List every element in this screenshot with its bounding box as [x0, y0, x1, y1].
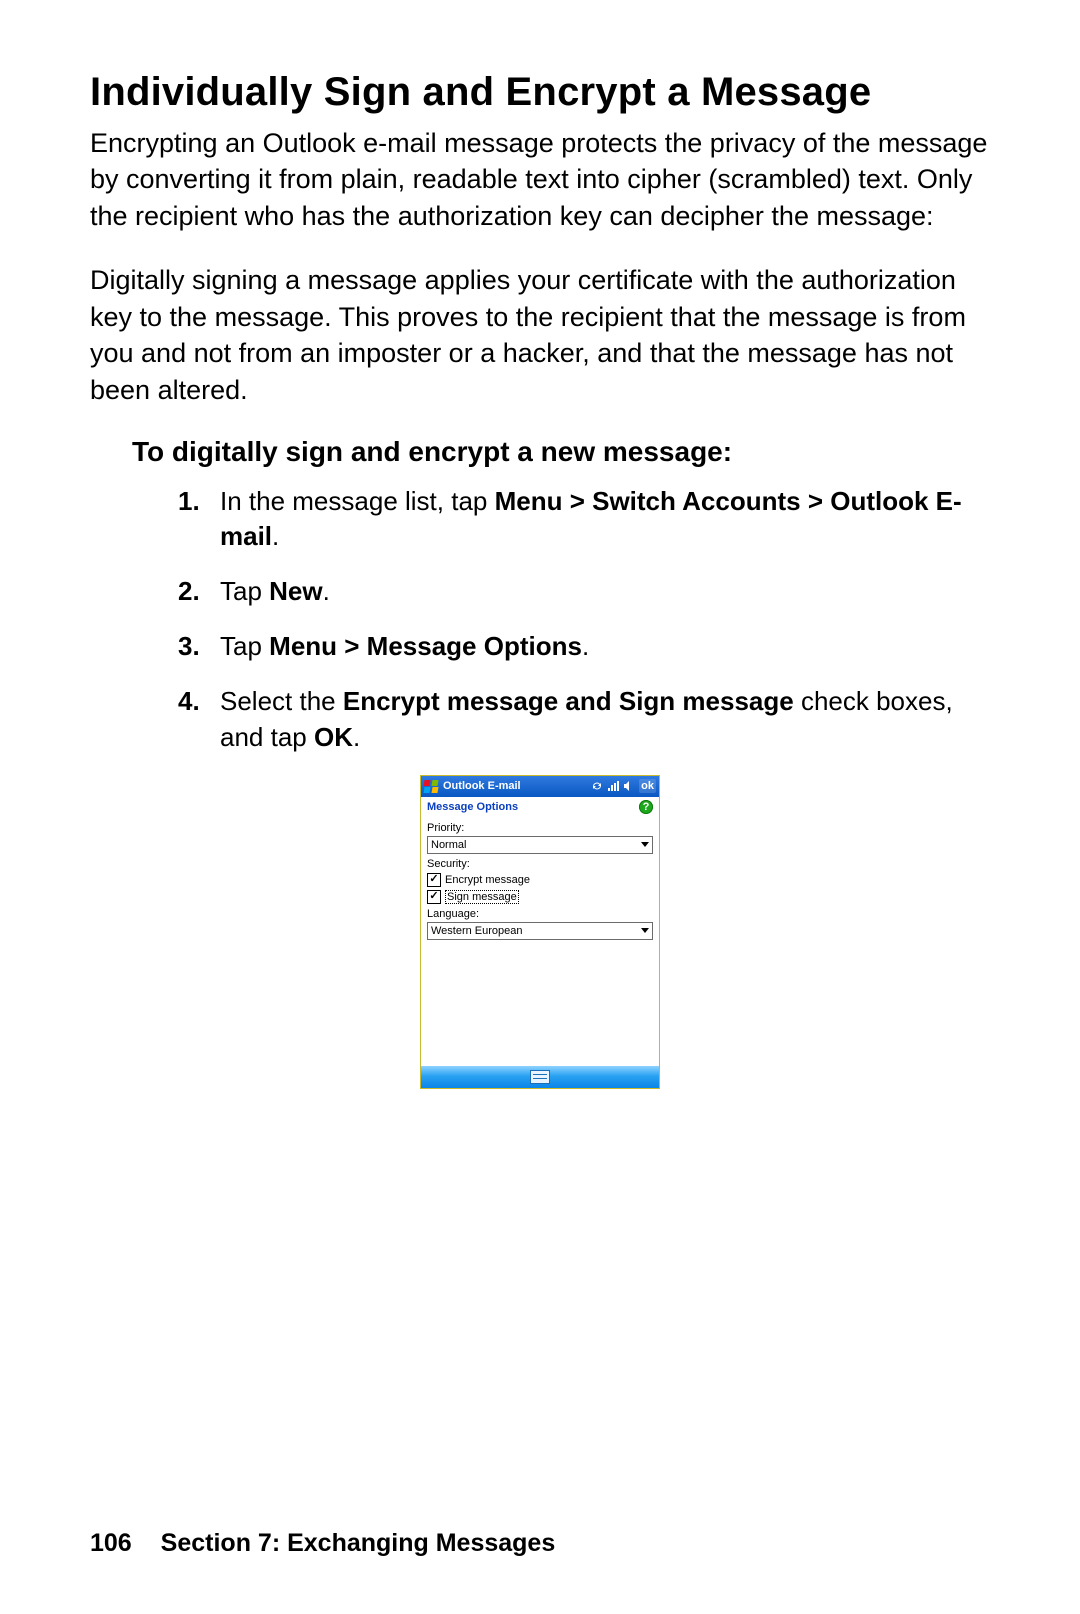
priority-label: Priority: [427, 822, 653, 834]
signal-icon [607, 780, 619, 792]
status-icons: ok [591, 779, 656, 793]
keyboard-icon[interactable] [530, 1070, 550, 1084]
sign-row[interactable]: Sign message [427, 890, 653, 904]
intro-paragraph-2: Digitally signing a message applies your… [90, 262, 990, 408]
step-2-bold: New [269, 576, 322, 606]
windows-start-icon[interactable] [424, 779, 439, 793]
chevron-down-icon [641, 842, 649, 847]
sign-checkbox[interactable] [427, 890, 441, 904]
document-page: Individually Sign and Encrypt a Message … [0, 0, 1080, 1614]
device-title: Outlook E-mail [443, 780, 587, 792]
step-3: Tap Menu > Message Options. [90, 629, 990, 664]
encrypt-row[interactable]: Encrypt message [427, 873, 653, 887]
step-1-text: In the message list, tap [220, 486, 495, 516]
device-content: Priority: Normal Security: Encrypt messa… [421, 816, 659, 1066]
sync-icon [591, 780, 603, 792]
page-footer: 106 Section 7: Exchanging Messages [90, 1529, 555, 1558]
help-icon[interactable]: ? [639, 800, 653, 814]
intro-paragraph-1: Encrypting an Outlook e-mail message pro… [90, 125, 990, 234]
device-subheader: Message Options ? [421, 797, 659, 816]
encrypt-label: Encrypt message [445, 874, 530, 886]
step-3-bold: Menu > Message Options [269, 631, 582, 661]
section-label: Section 7: Exchanging Messages [161, 1529, 556, 1557]
device-softbar [421, 1066, 659, 1088]
language-label: Language: [427, 908, 653, 920]
step-4-bold-b: OK [314, 722, 353, 752]
language-select[interactable]: Western European [427, 922, 653, 940]
speaker-icon [623, 780, 635, 792]
page-number: 106 [90, 1529, 132, 1557]
chevron-down-icon [641, 928, 649, 933]
step-4-text-a: Select the [220, 686, 343, 716]
step-2-text: Tap [220, 576, 269, 606]
device-titlebar: Outlook E-mail ok [421, 776, 659, 797]
device-blank-area [427, 940, 653, 1060]
encrypt-checkbox[interactable] [427, 873, 441, 887]
step-4-bold-a: Encrypt message and Sign message [343, 686, 794, 716]
step-3-tail: . [582, 631, 589, 661]
procedure-heading: To digitally sign and encrypt a new mess… [132, 436, 990, 468]
step-1-tail: . [272, 521, 279, 551]
security-label: Security: [427, 858, 653, 870]
language-value: Western European [431, 925, 523, 937]
step-2: Tap New. [90, 574, 990, 609]
page-heading: Individually Sign and Encrypt a Message [90, 70, 990, 115]
message-options-label: Message Options [427, 801, 518, 813]
ok-button[interactable]: ok [639, 779, 656, 793]
step-3-text: Tap [220, 631, 269, 661]
step-4: Select the Encrypt message and Sign mess… [90, 684, 990, 754]
priority-value: Normal [431, 839, 466, 851]
device-screenshot: Outlook E-mail ok Message Options ? Prio… [420, 775, 660, 1089]
sign-label: Sign message [445, 890, 519, 904]
step-1: In the message list, tap Menu > Switch A… [90, 484, 990, 554]
priority-select[interactable]: Normal [427, 836, 653, 854]
step-2-tail: . [323, 576, 330, 606]
steps-list: In the message list, tap Menu > Switch A… [90, 484, 990, 755]
step-4-text-c: . [353, 722, 360, 752]
